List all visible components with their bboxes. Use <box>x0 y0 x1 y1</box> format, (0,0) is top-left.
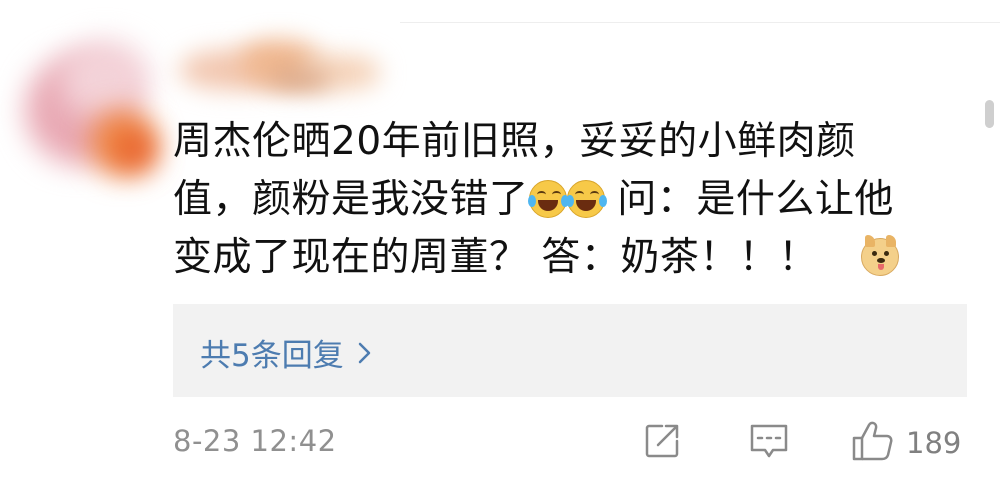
scrollbar[interactable] <box>985 100 994 128</box>
replies-box[interactable]: 共5条回复 <box>173 304 967 397</box>
comment-line: 变成了现在的周董？ 答：奶茶！！！ <box>173 229 963 287</box>
avatar[interactable] <box>5 20 180 195</box>
reply-button[interactable] <box>748 420 790 466</box>
top-divider <box>400 22 1000 23</box>
comment-text: 周杰伦晒20年前旧照，妥妥的小鲜肉颜 值，颜粉是我没错了 问：是什么让他 变成了… <box>173 113 963 287</box>
thumbs-up-icon <box>850 419 894 467</box>
view-replies-link[interactable]: 共5条回复 <box>200 330 372 375</box>
comment-icon <box>748 421 790 465</box>
chevron-right-icon <box>358 336 372 372</box>
share-icon <box>642 421 682 465</box>
username[interactable] <box>170 30 400 100</box>
like-button[interactable]: 189 <box>850 420 961 466</box>
timestamp: 8-23 12:42 <box>173 424 337 458</box>
replies-label: 共5条回复 <box>200 338 344 374</box>
laughing-tears-emoji-icon <box>527 180 569 218</box>
comment-line: 值，颜粉是我没错了 问：是什么让他 <box>173 177 894 222</box>
like-count: 189 <box>906 426 962 460</box>
laughing-tears-emoji-icon <box>565 180 607 218</box>
share-button[interactable] <box>642 420 682 466</box>
comment-line: 周杰伦晒20年前旧照，妥妥的小鲜肉颜 <box>173 119 856 164</box>
doge-emoji-icon <box>860 235 899 276</box>
